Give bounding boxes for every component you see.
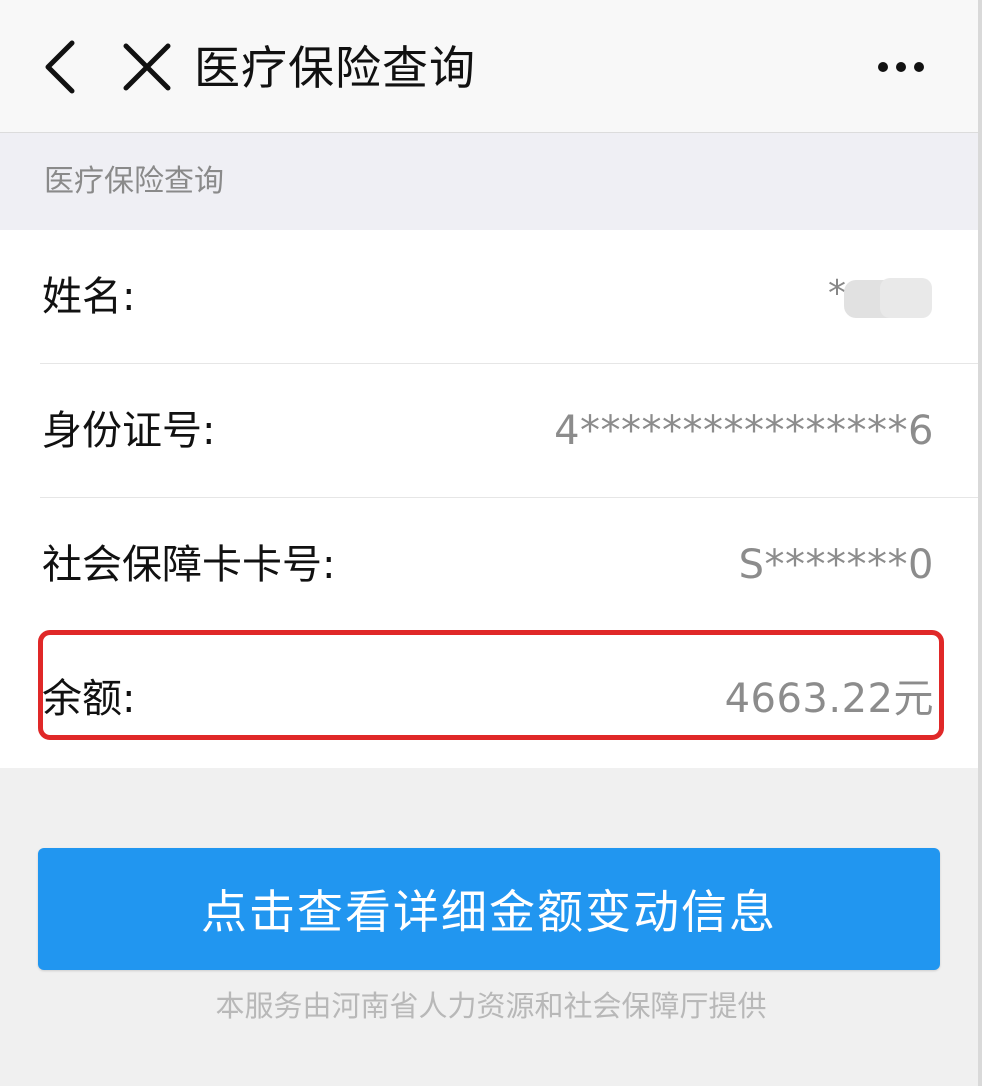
id-number-value: 4****************6 [554,408,934,454]
more-options-button[interactable] [864,42,938,92]
view-balance-details-button[interactable]: 点击查看详细金额变动信息 [38,848,940,970]
name-label: 姓名: [42,274,136,320]
view-balance-details-label: 点击查看详细金额变动信息 [201,885,777,939]
name-row: 姓名: * [0,230,982,364]
page-title: 医疗保险查询 [194,41,476,95]
social-security-card-label: 社会保障卡卡号: [42,542,336,588]
social-security-card-value: S*******0 [738,542,934,588]
close-button[interactable] [116,32,178,102]
section-title: 医疗保险查询 [44,164,224,199]
top-navigation-bar: 医疗保险查询 [0,0,982,133]
id-number-label: 身份证号: [42,408,216,454]
name-value: * [814,272,934,328]
close-icon [123,43,171,91]
social-security-card-row: 社会保障卡卡号: S*******0 [0,498,982,632]
back-button[interactable] [30,32,90,102]
screen-edge [978,0,982,1086]
id-number-row: 身份证号: 4****************6 [0,364,982,498]
redacted-mask [880,278,932,318]
service-provider-text: 本服务由河南省人力资源和社会保障厅提供 [215,989,767,1023]
balance-highlight-box [38,630,944,740]
more-horizontal-icon [878,62,924,72]
chevron-left-icon [45,40,75,94]
